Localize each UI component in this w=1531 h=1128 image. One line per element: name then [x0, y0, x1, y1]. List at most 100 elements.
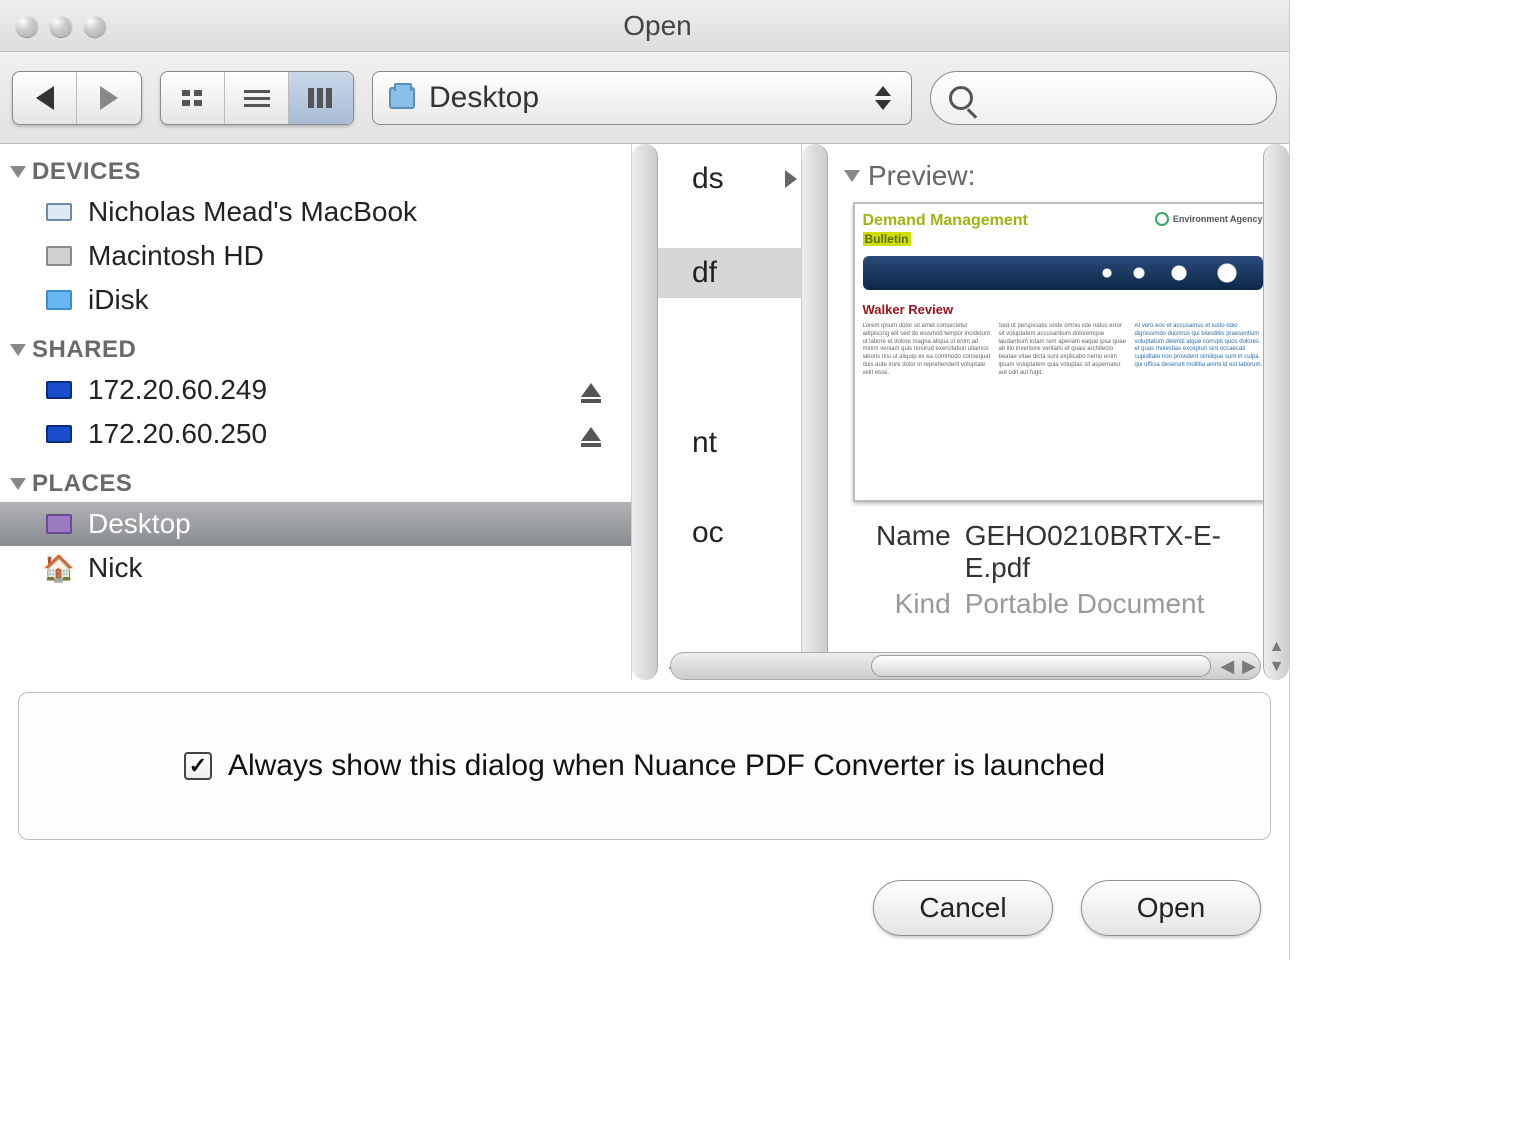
eject-icon[interactable] — [581, 427, 601, 441]
disclosure-icon — [10, 344, 26, 356]
file-row[interactable]: nt — [658, 418, 801, 468]
arrow-left-icon — [36, 86, 54, 110]
group-label: DEVICES — [32, 158, 141, 186]
list-view-icon — [244, 88, 270, 108]
file-name-fragment: ds — [692, 162, 724, 196]
preview-label: Preview: — [868, 160, 975, 192]
home-icon: 🏠 — [44, 555, 74, 581]
preview-column: Preview: Demand Management Bulletin Envi… — [802, 144, 1289, 680]
search-input[interactable] — [983, 84, 1258, 112]
disclosure-icon — [10, 166, 26, 178]
chevron-right-icon — [785, 170, 797, 188]
group-label: PLACES — [32, 470, 132, 498]
always-show-label: Always show this dialog when Nuance PDF … — [228, 749, 1105, 783]
open-label: Open — [1137, 892, 1206, 924]
back-button[interactable] — [13, 72, 77, 124]
sidebar-item-label: Nick — [88, 552, 142, 584]
arrow-right-icon — [100, 86, 118, 110]
titlebar: Open — [0, 0, 1289, 52]
sidebar-item-macbook[interactable]: Nicholas Mead's MacBook — [0, 190, 631, 234]
eject-icon[interactable] — [581, 383, 601, 397]
hdd-icon — [44, 243, 74, 269]
scrollbar-thumb[interactable] — [871, 655, 1211, 677]
minimize-icon[interactable] — [50, 15, 72, 37]
thumb-body: Lorem ipsum dolor sit amet consectetur a… — [863, 323, 1263, 492]
file-column: ds df nt oc ▲▼|| — [632, 144, 802, 680]
sidebar-item-net-1[interactable]: 172.20.60.249 — [0, 368, 631, 412]
cancel-button[interactable]: Cancel — [873, 880, 1053, 936]
sidebar-item-label: Nicholas Mead's MacBook — [88, 196, 417, 228]
sidebar-item-label: 172.20.60.249 — [88, 374, 267, 406]
sidebar-item-home[interactable]: 🏠 Nick — [0, 546, 631, 590]
view-list-button[interactable] — [225, 72, 289, 124]
search-icon — [949, 86, 973, 110]
always-show-checkbox[interactable]: ✓ — [184, 752, 212, 780]
open-dialog-window: Open Desktop DEVICES — [0, 0, 1290, 960]
sidebar-item-label: Macintosh HD — [88, 240, 264, 272]
sidebar-item-desktop[interactable]: Desktop — [0, 502, 631, 546]
open-button[interactable]: Open — [1081, 880, 1261, 936]
file-name-fragment: oc — [692, 516, 724, 550]
sidebar-item-hdd[interactable]: Macintosh HD — [0, 234, 631, 278]
file-name-fragment: df — [692, 256, 717, 290]
thumb-logo: Environment Agency — [1155, 212, 1263, 226]
sidebar-item-label: Desktop — [88, 508, 191, 540]
view-icon-button[interactable] — [161, 72, 225, 124]
sidebar-group-places[interactable]: PLACES — [0, 456, 631, 502]
zoom-icon[interactable] — [84, 15, 106, 37]
macbook-icon — [44, 199, 74, 225]
meta-value-name: GEHO0210BRTX-E-E.pdf — [965, 520, 1249, 584]
preview-header[interactable]: Preview: — [846, 144, 1279, 202]
sidebar-item-idisk[interactable]: iDisk — [0, 278, 631, 322]
network-icon — [44, 377, 74, 403]
folder-icon — [389, 87, 415, 109]
group-label: SHARED — [32, 336, 136, 364]
grid-view-icon — [180, 88, 206, 108]
meta-value-kind: Portable Document — [965, 588, 1249, 620]
horizontal-scrollbar[interactable]: ◀▶ — [670, 652, 1261, 680]
file-name-fragment: nt — [692, 426, 717, 460]
view-segment — [160, 71, 354, 125]
preview-metadata: Name GEHO0210BRTX-E-E.pdf Kind Portable … — [846, 502, 1279, 620]
forward-button[interactable] — [77, 72, 141, 124]
cancel-label: Cancel — [919, 892, 1006, 924]
disclosure-icon — [10, 478, 26, 490]
thumb-headline: Walker Review — [863, 302, 1263, 317]
dialog-buttons: Cancel Open — [873, 880, 1261, 936]
sidebar-item-label: iDisk — [88, 284, 149, 316]
disclosure-icon — [844, 170, 860, 182]
sidebar-item-net-2[interactable]: 172.20.60.250 — [0, 412, 631, 456]
sidebar-group-shared[interactable]: SHARED — [0, 322, 631, 368]
browser-body: DEVICES Nicholas Mead's MacBook Macintos… — [0, 144, 1289, 680]
idisk-icon — [44, 287, 74, 313]
desktop-icon — [44, 511, 74, 537]
file-row-selected[interactable]: df — [658, 248, 801, 298]
close-icon[interactable] — [16, 15, 38, 37]
meta-key-name: Name — [876, 520, 951, 584]
thumb-title-1: Demand Management — [863, 212, 1028, 230]
file-row[interactable]: oc — [658, 508, 801, 558]
file-row[interactable]: ds — [658, 154, 801, 204]
sidebar-item-label: 172.20.60.250 — [88, 418, 267, 450]
options-bar: ✓ Always show this dialog when Nuance PD… — [18, 692, 1271, 840]
preview-thumbnail[interactable]: Demand Management Bulletin Environment A… — [853, 202, 1273, 502]
location-popup[interactable]: Desktop — [372, 71, 912, 125]
thumb-banner-graphic — [863, 256, 1263, 290]
toolbar: Desktop — [0, 52, 1289, 144]
nav-segment — [12, 71, 142, 125]
network-icon — [44, 421, 74, 447]
thumb-title-2: Bulletin — [863, 232, 911, 246]
view-column-button[interactable] — [289, 72, 353, 124]
window-title: Open — [106, 10, 1289, 42]
sidebar: DEVICES Nicholas Mead's MacBook Macintos… — [0, 144, 632, 680]
column-scrollbar[interactable] — [632, 144, 658, 680]
preview-scrollbar[interactable]: ▲▼ — [1263, 144, 1289, 680]
traffic-lights — [0, 15, 106, 37]
stepper-icon — [867, 72, 899, 124]
location-label: Desktop — [429, 81, 539, 115]
column-scrollbar[interactable] — [802, 144, 828, 680]
meta-key-kind: Kind — [876, 588, 951, 620]
search-field[interactable] — [930, 71, 1277, 125]
column-view-icon — [308, 88, 334, 108]
sidebar-group-devices[interactable]: DEVICES — [0, 144, 631, 190]
